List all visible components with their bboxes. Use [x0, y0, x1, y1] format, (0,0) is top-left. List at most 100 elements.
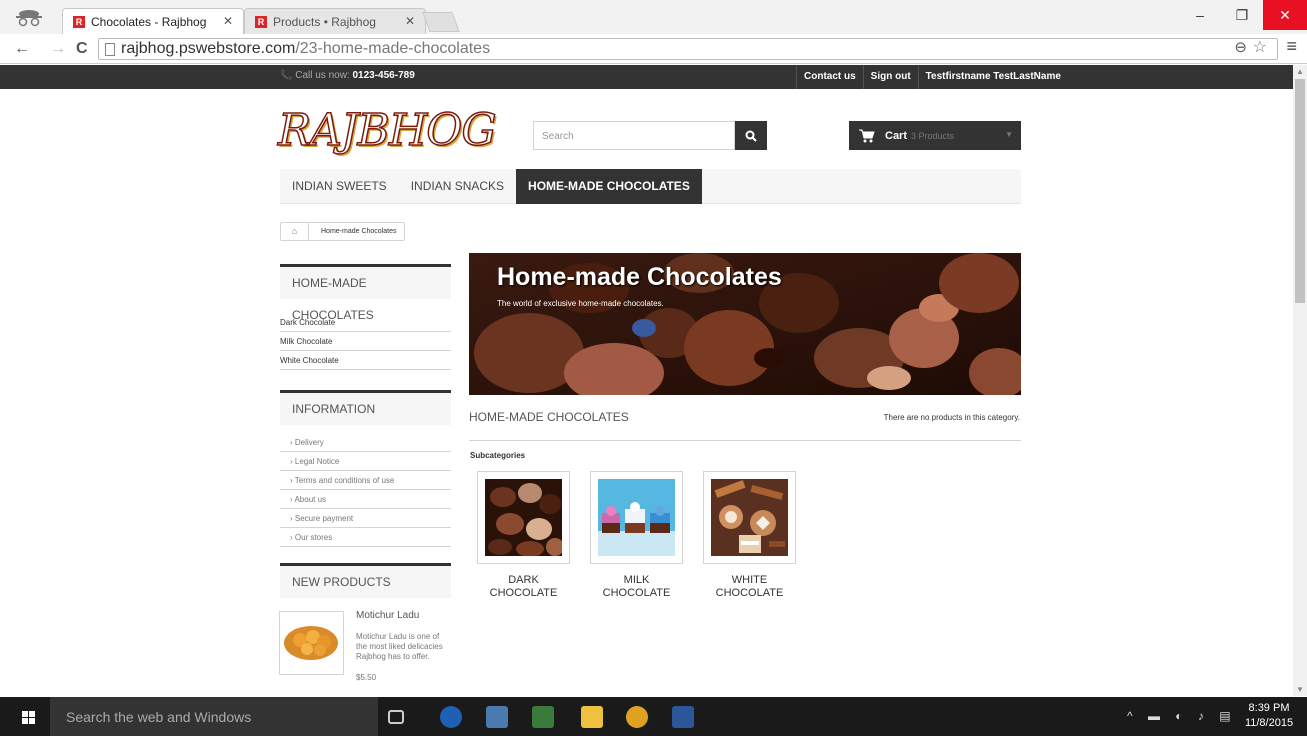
sidebar-item-white-chocolate[interactable]: White Chocolate — [280, 351, 451, 370]
info-link-label: Secure payment — [294, 514, 354, 523]
cart-label: Cart — [885, 129, 908, 142]
new-products-title: NEW PRODUCTS — [280, 563, 451, 598]
database-app-icon[interactable] — [486, 706, 508, 728]
subcategory-name[interactable]: MILK CHOCOLATE — [590, 574, 683, 600]
windows-start-icon[interactable] — [22, 711, 35, 724]
bookmark-star-icon[interactable]: ☆ — [1253, 37, 1267, 57]
task-view-icon[interactable] — [388, 710, 404, 724]
divider — [469, 440, 1021, 441]
top-info-bar: 📞 Call us now: 0123-456-789 Contact us S… — [0, 65, 1293, 89]
search-input[interactable]: Search — [533, 121, 735, 150]
information-title: INFORMATION — [280, 390, 451, 425]
taskbar-search-input[interactable]: Search the web and Windows — [50, 697, 378, 736]
sign-out-link[interactable]: Sign out — [862, 65, 918, 89]
page-scrollbar[interactable]: ▲ ▼ — [1293, 65, 1307, 696]
main-menu: INDIAN SWEETS INDIAN SNACKS HOME-MADE CH… — [280, 169, 1021, 204]
info-link-legal-notice[interactable]: › Legal Notice — [280, 452, 451, 471]
subcategory-white-chocolate[interactable]: WHITE CHOCOLATE — [703, 471, 796, 600]
clock-time: 8:39 PM — [1248, 702, 1290, 714]
incognito-icon — [16, 10, 42, 27]
info-link-about-us[interactable]: › About us — [280, 490, 451, 509]
chrome-icon[interactable] — [626, 706, 648, 728]
address-bar: ← → C rajbhog.pswebstore.com/23-home-mad… — [0, 34, 1307, 64]
scroll-up-icon[interactable]: ▲ — [1296, 67, 1304, 76]
cart-icon — [859, 129, 875, 142]
word-icon[interactable] — [672, 706, 694, 728]
scroll-down-icon[interactable]: ▼ — [1296, 685, 1304, 694]
info-link-secure-payment[interactable]: › Secure payment — [280, 509, 451, 528]
contact-us-link[interactable]: Contact us — [796, 65, 863, 89]
account-link[interactable]: Testfirstname TestLastName — [917, 65, 1068, 89]
url-path: /23-home-made-chocolates — [295, 40, 491, 57]
page-viewport: 📞 Call us now: 0123-456-789 Contact us S… — [0, 65, 1293, 696]
sidebar-item-milk-chocolate[interactable]: Milk Chocolate — [280, 332, 451, 351]
tab-title: Chocolates - Rajbhog — [91, 14, 207, 29]
subcategory-image[interactable] — [590, 471, 683, 564]
subcategory-name[interactable]: WHITE CHOCOLATE — [703, 574, 796, 600]
no-products-message: There are no products in this category. — [883, 413, 1020, 422]
chrome-menu-icon[interactable]: ≡ — [1286, 36, 1297, 57]
top-links: Contact us Sign out Testfirstname TestLa… — [796, 65, 1068, 89]
file-explorer-icon[interactable] — [581, 706, 603, 728]
reload-icon[interactable]: C — [76, 40, 88, 58]
new-product-price: $5.50 — [356, 673, 377, 682]
forward-icon[interactable]: → — [50, 40, 66, 58]
new-product-name[interactable]: Motichur Ladu — [356, 610, 419, 621]
info-link-label: Delivery — [294, 438, 324, 447]
taskbar-clock[interactable]: 8:39 PM 11/8/2015 — [1243, 701, 1295, 731]
categories-block: HOME-MADE CHOCOLATES Dark Chocolate Milk… — [280, 264, 451, 370]
back-icon[interactable]: ← — [14, 40, 30, 58]
subcategory-image[interactable] — [703, 471, 796, 564]
menu-indian-snacks[interactable]: INDIAN SNACKS — [399, 169, 516, 204]
search-button[interactable] — [735, 121, 767, 150]
information-block: INFORMATION › Delivery › Legal Notice › … — [280, 390, 451, 547]
rajbhog-favicon: R — [255, 15, 267, 28]
clock-date: 11/8/2015 — [1244, 717, 1294, 729]
tab-products[interactable]: R Products • Rajbhog ✕ — [244, 8, 426, 34]
windows-taskbar: Search the web and Windows ^ ▬ ◐ ♪ ▤ 8:3… — [0, 697, 1307, 736]
chart-app-icon[interactable] — [532, 706, 554, 728]
zoom-icon[interactable]: ⊖ — [1234, 38, 1247, 56]
scrollbar-thumb[interactable] — [1295, 79, 1305, 303]
subcategories-label: Subcategories — [470, 451, 526, 460]
cart-button[interactable]: Cart 3 Products ▼ — [849, 121, 1021, 150]
subcategory-name-line: DARK — [508, 574, 539, 586]
phone-icon: 📞 — [280, 70, 293, 81]
rajbhog-favicon: R — [73, 15, 85, 28]
info-link-terms[interactable]: › Terms and conditions of use — [280, 471, 451, 490]
info-link-our-stores[interactable]: › Our stores — [280, 528, 451, 547]
cart-quantity: 3 Products — [911, 130, 955, 141]
chevron-down-icon: ▼ — [1005, 130, 1013, 139]
subcategory-name-line: WHITE — [731, 574, 768, 586]
subcategory-image[interactable] — [477, 471, 570, 564]
subcategory-milk-chocolate[interactable]: MILK CHOCOLATE — [590, 471, 683, 600]
tab-title: Products • Rajbhog — [273, 14, 376, 29]
breadcrumb-current: Home-made Chocolates — [321, 228, 397, 235]
home-icon[interactable]: ⌂ — [281, 223, 309, 240]
system-tray-icons[interactable]: ^ ▬ ◐ ♪ ▤ — [1127, 709, 1237, 723]
close-window-button[interactable]: ✕ — [1263, 0, 1307, 30]
menu-indian-sweets[interactable]: INDIAN SWEETS — [280, 169, 399, 204]
subcategory-name-line: MILK — [623, 574, 650, 586]
restore-button[interactable]: ❐ — [1220, 0, 1264, 30]
url-field[interactable]: rajbhog.pswebstore.com/23-home-made-choc… — [98, 38, 1278, 60]
tab-chocolates[interactable]: R Chocolates - Rajbhog ✕ — [62, 8, 244, 34]
close-tab-icon[interactable]: ✕ — [223, 14, 233, 28]
search-icon — [745, 130, 757, 142]
menu-home-made-chocolates[interactable]: HOME-MADE CHOCOLATES — [516, 169, 702, 204]
site-logo[interactable]: RAJBHOG — [277, 104, 497, 157]
subcategory-name[interactable]: DARK CHOCOLATE — [477, 574, 570, 600]
breadcrumb: ⌂ Home-made Chocolates — [280, 222, 406, 241]
info-link-label: Legal Notice — [294, 457, 340, 466]
edge-browser-icon[interactable] — [440, 706, 462, 728]
phone-label: Call us now: — [295, 70, 350, 81]
category-banner: Home-made Chocolates The world of exclus… — [469, 253, 1021, 395]
url-host: rajbhog.pswebstore.com — [121, 40, 296, 57]
minimize-button[interactable]: – — [1178, 0, 1222, 30]
info-link-delivery[interactable]: › Delivery — [280, 433, 451, 452]
new-tab-button[interactable] — [422, 12, 460, 32]
new-products-block: NEW PRODUCTS — [280, 563, 451, 598]
close-tab-icon[interactable]: ✕ — [405, 14, 415, 28]
subcategory-dark-chocolate[interactable]: DARK CHOCOLATE — [477, 471, 570, 600]
new-product-image[interactable] — [279, 611, 344, 675]
